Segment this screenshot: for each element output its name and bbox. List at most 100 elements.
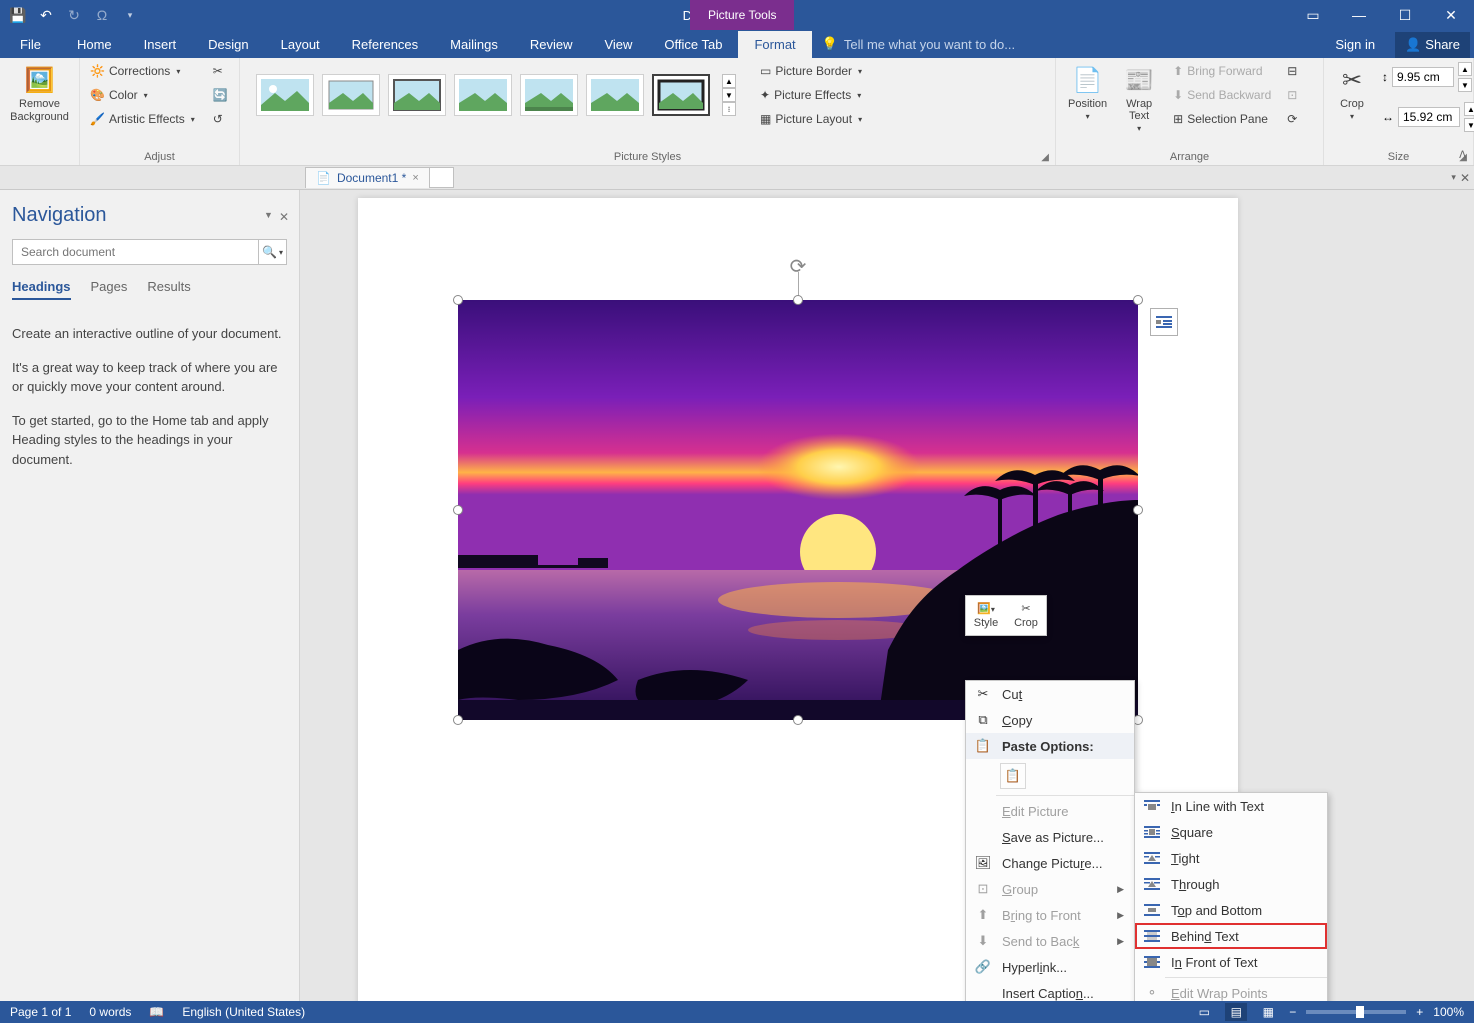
corrections-button[interactable]: 🔆Corrections▾ bbox=[86, 62, 199, 80]
width-down[interactable]: ▼ bbox=[1464, 118, 1474, 132]
wrap-tight[interactable]: Tight bbox=[1135, 845, 1327, 871]
zoom-out-icon[interactable]: − bbox=[1289, 1005, 1296, 1019]
ctx-change-picture[interactable]: 🖼Change Picture... bbox=[966, 850, 1134, 876]
artistic-effects-button[interactable]: 🖌️Artistic Effects▾ bbox=[86, 110, 199, 128]
bring-forward-button[interactable]: ⬆Bring Forward bbox=[1169, 62, 1275, 80]
tab-close-all-icon[interactable]: ✕ bbox=[1460, 171, 1470, 185]
tab-format[interactable]: Format bbox=[738, 31, 811, 58]
tab-layout[interactable]: Layout bbox=[265, 31, 336, 58]
ctx-hyperlink[interactable]: 🔗Hyperlink... bbox=[966, 954, 1134, 980]
ribbon-display-icon[interactable]: ▭ bbox=[1290, 0, 1336, 30]
tab-file[interactable]: File bbox=[0, 31, 61, 58]
color-button[interactable]: 🎨Color▾ bbox=[86, 86, 199, 104]
tab-review[interactable]: Review bbox=[514, 31, 589, 58]
status-language[interactable]: English (United States) bbox=[182, 1005, 305, 1019]
handle-ne[interactable] bbox=[1133, 295, 1143, 305]
gallery-more-icon[interactable]: ⁝ bbox=[722, 102, 736, 116]
tell-me-search[interactable]: 💡 Tell me what you want to do... bbox=[812, 30, 1025, 58]
tab-mailings[interactable]: Mailings bbox=[434, 31, 514, 58]
maximize-icon[interactable]: ☐ bbox=[1382, 0, 1428, 30]
gallery-up-icon[interactable]: ▲ bbox=[722, 74, 736, 88]
tab-insert[interactable]: Insert bbox=[128, 31, 193, 58]
handle-s[interactable] bbox=[793, 715, 803, 725]
wrap-square[interactable]: Square bbox=[1135, 819, 1327, 845]
zoom-thumb[interactable] bbox=[1356, 1006, 1364, 1018]
wrap-inline[interactable]: In Line with Text bbox=[1135, 793, 1327, 819]
position-button[interactable]: 📄 Position ▾ bbox=[1062, 62, 1113, 123]
selection-pane-button[interactable]: ⊞Selection Pane bbox=[1169, 110, 1275, 128]
search-button[interactable]: 🔍▾ bbox=[258, 240, 286, 264]
style-thumb-6[interactable] bbox=[586, 74, 644, 116]
document-tab-close-icon[interactable]: × bbox=[412, 172, 418, 184]
undo-icon[interactable]: ↶ bbox=[38, 7, 54, 23]
width-input[interactable] bbox=[1398, 107, 1460, 127]
picture-layout-button[interactable]: ▦Picture Layout▾ bbox=[756, 110, 866, 128]
nav-tab-pages[interactable]: Pages bbox=[91, 279, 128, 300]
tab-design[interactable]: Design bbox=[192, 31, 264, 58]
search-input[interactable] bbox=[13, 240, 258, 264]
rotate-button[interactable]: ⟳ bbox=[1283, 110, 1301, 128]
tab-home[interactable]: Home bbox=[61, 31, 128, 58]
wrap-text-button[interactable]: 📰 Wrap Text ▾ bbox=[1117, 62, 1161, 135]
collapse-ribbon-icon[interactable]: ᐱ bbox=[1459, 150, 1466, 161]
view-web-layout[interactable]: ▦ bbox=[1257, 1003, 1279, 1021]
wrap-behind[interactable]: Behind Text bbox=[1135, 923, 1327, 949]
status-words[interactable]: 0 words bbox=[89, 1005, 131, 1019]
wrap-top-bottom[interactable]: Top and Bottom bbox=[1135, 897, 1327, 923]
send-backward-button[interactable]: ⬇Send Backward bbox=[1169, 86, 1275, 104]
width-up[interactable]: ▲ bbox=[1464, 102, 1474, 116]
reset-picture-button[interactable]: ↺ bbox=[209, 110, 232, 128]
save-icon[interactable]: 💾 bbox=[10, 7, 26, 23]
crop-button[interactable]: ✂ Crop ▾ bbox=[1330, 62, 1374, 123]
view-read-mode[interactable]: ▭ bbox=[1193, 1003, 1215, 1021]
paste-option-keep[interactable]: 📋 bbox=[1000, 763, 1026, 789]
styles-dialog-launcher[interactable]: ◢ bbox=[1041, 152, 1049, 163]
tab-office-tab[interactable]: Office Tab bbox=[648, 31, 738, 58]
wrap-through[interactable]: Through bbox=[1135, 871, 1327, 897]
view-print-layout[interactable]: ▤ bbox=[1225, 1003, 1247, 1021]
wrap-front[interactable]: In Front of Text bbox=[1135, 949, 1327, 975]
handle-w[interactable] bbox=[453, 505, 463, 515]
zoom-value[interactable]: 100% bbox=[1433, 1005, 1464, 1019]
handle-n[interactable] bbox=[793, 295, 803, 305]
change-picture-ribbon-button[interactable]: 🔄 bbox=[209, 86, 232, 104]
status-page[interactable]: Page 1 of 1 bbox=[10, 1005, 71, 1019]
picture-effects-button[interactable]: ✦Picture Effects▾ bbox=[756, 86, 866, 104]
handle-sw[interactable] bbox=[453, 715, 463, 725]
inserted-picture[interactable]: ⟳ bbox=[458, 300, 1138, 720]
height-up[interactable]: ▲ bbox=[1458, 62, 1472, 76]
handle-nw[interactable] bbox=[453, 295, 463, 305]
zoom-slider[interactable] bbox=[1306, 1010, 1406, 1014]
handle-e[interactable] bbox=[1133, 505, 1143, 515]
gallery-spinner[interactable]: ▲ ▼ ⁝ bbox=[722, 74, 736, 116]
minimize-icon[interactable]: — bbox=[1336, 0, 1382, 30]
qat-customize-icon[interactable]: ▾ bbox=[122, 7, 138, 23]
spellcheck-icon[interactable]: 📖 bbox=[149, 1005, 164, 1019]
style-thumb-1[interactable] bbox=[256, 74, 314, 116]
mini-style-button[interactable]: 🖼️▾ Style bbox=[966, 596, 1006, 635]
tab-references[interactable]: References bbox=[336, 31, 434, 58]
style-thumb-2[interactable] bbox=[322, 74, 380, 116]
share-button[interactable]: 👤 Share bbox=[1395, 32, 1470, 58]
layout-options-badge[interactable] bbox=[1150, 308, 1178, 336]
sign-in-link[interactable]: Sign in bbox=[1319, 31, 1391, 58]
style-thumb-4[interactable] bbox=[454, 74, 512, 116]
align-button[interactable]: ⊟ bbox=[1283, 62, 1301, 80]
nav-tab-results[interactable]: Results bbox=[147, 279, 190, 300]
remove-background-button[interactable]: 🖼️ Remove Background bbox=[6, 62, 73, 126]
style-thumb-3[interactable] bbox=[388, 74, 446, 116]
tab-view[interactable]: View bbox=[588, 31, 648, 58]
ctx-save-as-picture[interactable]: Save as Picture... bbox=[966, 824, 1134, 850]
new-document-tab[interactable] bbox=[430, 167, 454, 188]
redo-icon[interactable]: ↻ bbox=[66, 7, 82, 23]
picture-border-button[interactable]: ▭Picture Border▾ bbox=[756, 62, 866, 80]
mini-crop-button[interactable]: ✂ Crop bbox=[1006, 596, 1046, 635]
zoom-in-icon[interactable]: + bbox=[1416, 1005, 1423, 1019]
nav-tab-headings[interactable]: Headings bbox=[12, 279, 71, 300]
tab-dropdown-icon[interactable]: ▾ bbox=[1451, 172, 1456, 183]
omega-icon[interactable]: Ω bbox=[94, 7, 110, 23]
compress-button[interactable]: ✂ bbox=[209, 62, 232, 80]
nav-dropdown-icon[interactable]: ▼ bbox=[264, 210, 273, 224]
gallery-down-icon[interactable]: ▼ bbox=[722, 88, 736, 102]
ctx-cut[interactable]: ✂Cut bbox=[966, 681, 1134, 707]
